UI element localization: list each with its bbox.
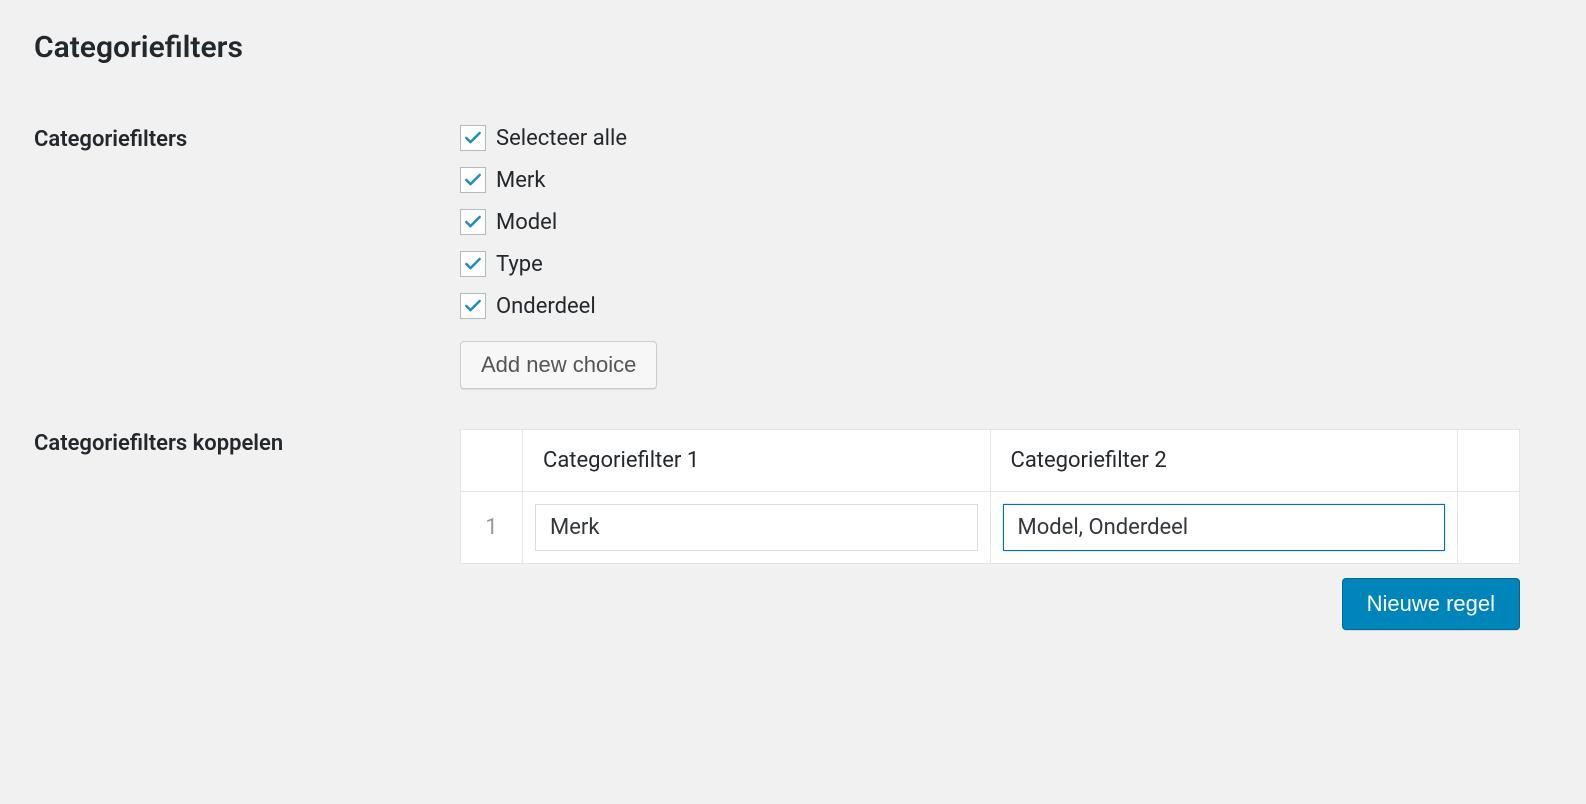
add-choice-button[interactable]: Add new choice [460,341,657,389]
cell-col1 [523,492,991,564]
button-row: Nieuwe regel [460,578,1520,630]
checkbox-label: Merk [496,168,545,193]
link-content: Categoriefilter 1 Categoriefilter 2 1 [460,429,1556,630]
table-header-row: Categoriefilter 1 Categoriefilter 2 [461,430,1520,492]
page-title: Categoriefilters [34,30,1556,65]
checkbox-item-select-all: Selecteer alle [460,125,1556,151]
checkbox-item-type: Type [460,251,1556,277]
cell-col2 [990,492,1458,564]
checkbox-onderdeel[interactable] [460,293,486,319]
check-icon [463,296,483,316]
check-icon [463,254,483,274]
checkbox-label: Onderdeel [496,294,596,319]
link-table: Categoriefilter 1 Categoriefilter 2 1 [460,429,1520,564]
link-row: Categoriefilters koppelen Categoriefilte… [30,429,1556,630]
checkbox-label: Selecteer alle [496,126,627,151]
checkbox-label: Type [496,252,543,277]
checkbox-list: Selecteer alle Merk Model Type [460,125,1556,319]
link-label: Categoriefilters koppelen [30,429,460,630]
checkbox-type[interactable] [460,251,486,277]
checkbox-select-all[interactable] [460,125,486,151]
checkbox-label: Model [496,210,557,235]
new-rule-button[interactable]: Nieuwe regel [1342,578,1520,630]
table-header-action [1458,430,1520,492]
checkbox-item-merk: Merk [460,167,1556,193]
filters-content: Selecteer alle Merk Model Type [460,125,1556,389]
row-number: 1 [461,492,523,564]
checkbox-model[interactable] [460,209,486,235]
filters-row: Categoriefilters Selecteer alle Merk Mod… [30,125,1556,389]
check-icon [463,212,483,232]
checkbox-merk[interactable] [460,167,486,193]
input-col1[interactable] [535,504,978,551]
table-header-num [461,430,523,492]
checkbox-item-model: Model [460,209,1556,235]
filters-label: Categoriefilters [30,125,460,389]
checkbox-item-onderdeel: Onderdeel [460,293,1556,319]
cell-action [1458,492,1520,564]
table-header-col2: Categoriefilter 2 [990,430,1458,492]
check-icon [463,170,483,190]
table-row: 1 [461,492,1520,564]
check-icon [463,128,483,148]
input-col2[interactable] [1003,504,1446,551]
table-header-col1: Categoriefilter 1 [523,430,991,492]
